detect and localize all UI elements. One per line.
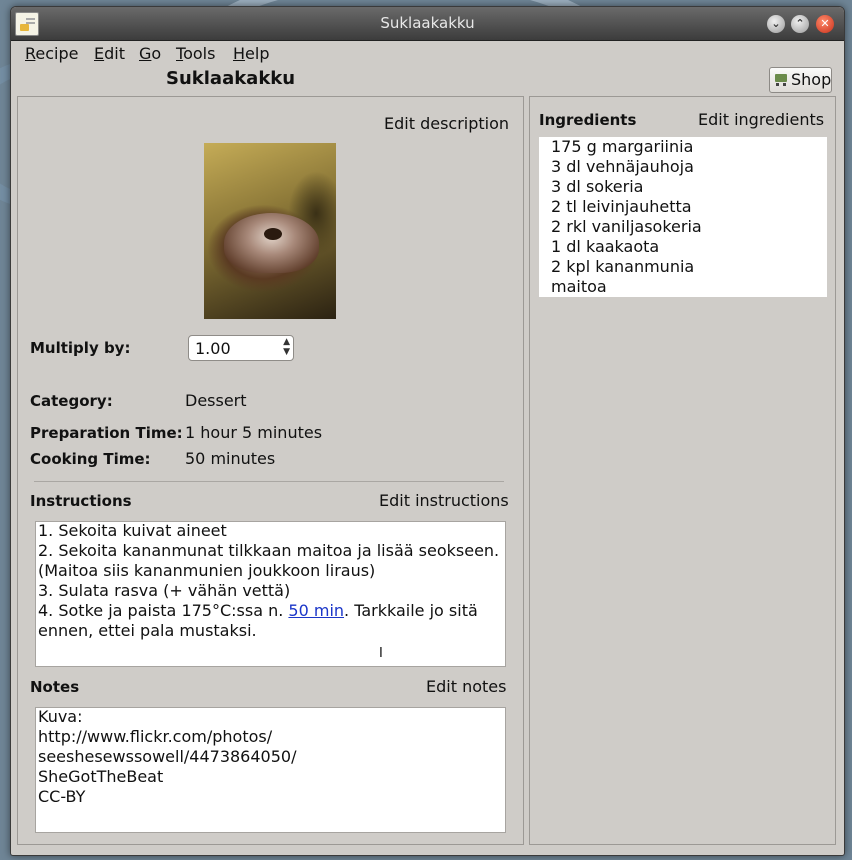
menu-mnemonic: E <box>94 44 105 63</box>
multiply-value[interactable]: 1.00 <box>195 339 231 358</box>
ingredient-item[interactable]: 3 dl sokeria <box>539 177 827 197</box>
menu-edit[interactable]: Edit <box>94 44 125 63</box>
instruction-line: (Maitoa siis kananmunien joukkoon liraus… <box>38 561 376 580</box>
menu-label: elp <box>245 44 270 63</box>
edit-description-link[interactable]: Edit description <box>384 114 509 133</box>
menu-mnemonic: R <box>25 44 36 63</box>
close-button[interactable]: ✕ <box>816 15 834 33</box>
instruction-line: 2. Sekoita kananmunat tilkkaan maitoa ja… <box>38 541 500 560</box>
recipe-photo <box>204 143 336 319</box>
ingredient-item[interactable]: 3 dl vehnäjauhoja <box>539 157 827 177</box>
multiply-spinbox[interactable]: 1.00 ▲ ▼ <box>188 335 294 361</box>
instruction-text: . Tarkkaile jo sitä <box>344 601 478 620</box>
menu-label: ools <box>183 44 216 63</box>
cook-time-value: 50 minutes <box>185 449 276 468</box>
ingredient-item[interactable]: 2 rkl vaniljasokeria <box>539 217 827 237</box>
instructions-heading: Instructions <box>30 492 132 510</box>
instruction-line: ennen, ettei pala mustaksi. <box>38 621 257 640</box>
shop-button[interactable]: Shop <box>769 67 832 93</box>
chevron-up-icon: ⌃ <box>795 17 805 30</box>
divider <box>34 481 504 482</box>
notes-heading: Notes <box>30 678 80 696</box>
multiply-label: Multiply by: <box>30 339 131 357</box>
title-bar[interactable]: Suklaakakku ⌄ ⌃ ✕ <box>11 7 844 41</box>
edit-ingredients-link[interactable]: Edit ingredients <box>698 110 824 129</box>
ingredient-item[interactable]: 2 tl leivinjauhetta <box>539 197 827 217</box>
menu-go[interactable]: Go <box>139 44 161 63</box>
timer-link[interactable]: 50 min <box>288 601 344 620</box>
description-panel: Edit description Multiply by: 1.00 ▲ ▼ Ca… <box>17 96 524 845</box>
ingredient-item[interactable]: 175 g margariinia <box>539 137 827 157</box>
instruction-line: 4. Sotke ja paista 175°C:ssa n. 50 min. … <box>36 601 505 621</box>
notes-line: http://www.flickr.com/photos/ <box>38 727 273 746</box>
chevron-down-icon: ⌄ <box>771 17 781 30</box>
ingredients-heading: Ingredients <box>539 111 637 129</box>
category-label: Category: <box>30 392 113 410</box>
notes-line: Kuva: <box>38 707 83 726</box>
ingredients-list[interactable]: 175 g margariinia 3 dl vehnäjauhoja 3 dl… <box>539 137 827 297</box>
notes-line: SheGotTheBeat <box>38 767 164 786</box>
menu-mnemonic: G <box>139 44 152 63</box>
close-icon: ✕ <box>820 17 830 30</box>
instruction-line: 1. Sekoita kuivat aineet <box>38 521 227 540</box>
recipe-title: Suklaakakku <box>166 68 296 89</box>
ingredient-item[interactable]: maitoa <box>539 277 827 297</box>
edit-instructions-link[interactable]: Edit instructions <box>379 491 509 510</box>
menu-tools[interactable]: Tools <box>176 44 215 63</box>
maximize-button[interactable]: ⌃ <box>791 15 809 33</box>
instruction-line: 3. Sulata rasva (+ vähän vettä) <box>38 581 291 600</box>
minimize-button[interactable]: ⌄ <box>767 15 785 33</box>
ingredients-panel: Ingredients Edit ingredients 175 g marga… <box>529 96 836 845</box>
instruction-text: 4. Sotke ja paista 175°C:ssa n. <box>38 601 289 620</box>
ingredient-item[interactable]: 1 dl kaakaota <box>539 237 827 257</box>
instructions-text[interactable]: 1. Sekoita kuivat aineet 2. Sekoita kana… <box>35 521 506 667</box>
shop-label: Shop <box>791 70 832 89</box>
category-value: Dessert <box>185 391 247 410</box>
prep-time-label: Preparation Time: <box>30 424 183 442</box>
notes-text[interactable]: Kuva: http://www.flickr.com/photos/ sees… <box>35 707 506 833</box>
notes-line: CC-BY <box>38 787 86 806</box>
menu-label: dit <box>104 44 125 63</box>
menu-help[interactable]: Help <box>233 44 269 63</box>
recipe-window: Suklaakakku ⌄ ⌃ ✕ Recipe Edit Go Tools H… <box>10 6 845 856</box>
window-title: Suklaakakku <box>380 14 475 32</box>
text-cursor-icon: I <box>379 646 383 661</box>
cook-time-label: Cooking Time: <box>30 450 151 468</box>
menu-recipe[interactable]: Recipe <box>25 44 79 63</box>
menu-label: o <box>151 44 162 63</box>
ingredient-item[interactable]: 2 kpl kananmunia <box>539 257 827 277</box>
edit-notes-link[interactable]: Edit notes <box>426 677 506 696</box>
shopping-cart-icon <box>775 74 787 86</box>
prep-time-value: 1 hour 5 minutes <box>185 423 323 442</box>
menu-label: ecipe <box>35 44 79 63</box>
spin-arrows-icon[interactable]: ▲ ▼ <box>283 337 290 357</box>
notes-line: seeshesewssowell/4473864050/ <box>38 747 297 766</box>
menu-mnemonic: T <box>176 44 184 63</box>
menu-mnemonic: H <box>233 44 246 63</box>
